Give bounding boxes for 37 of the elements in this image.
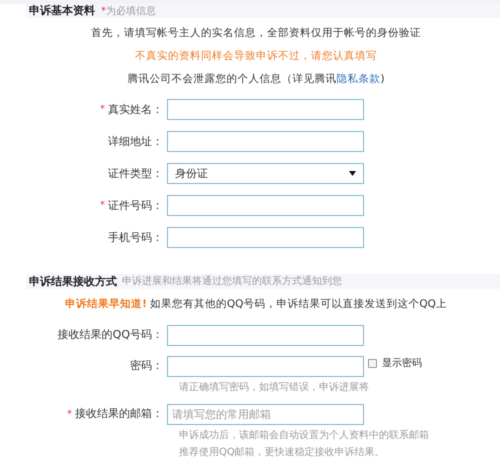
field-label: 密码：	[130, 358, 163, 374]
select-field[interactable]: 身份证	[167, 163, 364, 184]
input-field[interactable]	[167, 195, 364, 216]
field-label: 接收结果的邮箱：	[75, 406, 163, 422]
field-hint: 推荐使用QQ邮箱，更快速稳定接收申诉结果。	[179, 447, 386, 458]
input-field[interactable]	[167, 227, 364, 248]
warning-text: 不真实的资料同样会导致申诉不过，请您认真填写	[135, 48, 377, 64]
privacy-text: 腾讯公司不会泄露您的个人信息（详见腾讯	[127, 72, 336, 86]
tip-text: 如果您有其他的QQ号码，申诉结果可以直接发送到这个QQ上	[150, 297, 447, 312]
input-field[interactable]	[167, 99, 364, 120]
input-field[interactable]: 请填写您的常用邮箱	[167, 404, 364, 425]
field-hint: 申诉成功后，该邮箱会自动设置为个人资料中的联系邮箱	[179, 430, 430, 442]
tip-highlight: 申诉结果早知道!	[65, 297, 147, 312]
field-label: 证件号码：	[108, 198, 163, 214]
privacy-link[interactable]: 隐私条款	[336, 72, 380, 88]
privacy-text-end: )	[380, 72, 385, 86]
field-label: 详细地址：	[108, 134, 163, 150]
section-title: 申诉结果接收方式	[29, 274, 117, 290]
checkbox-label: 显示密码	[382, 356, 422, 371]
checkbox[interactable]	[368, 359, 377, 368]
select-value: 身份证	[175, 166, 208, 182]
input-field[interactable]	[167, 131, 364, 152]
required-mark: *	[67, 408, 72, 422]
field-label: 接收结果的QQ号码：	[58, 327, 163, 344]
required-note: *为必填信息	[101, 4, 156, 18]
input-field[interactable]	[167, 325, 364, 346]
required-mark: *	[100, 199, 105, 214]
section-title: 申诉基本资料	[29, 2, 95, 19]
intro-text: 首先，请填写帐号主人的实名信息，全部资料仅用于帐号的身份验证	[91, 26, 421, 41]
field-hint: 请正确填写密码，如填写错误，申诉进展将	[179, 382, 370, 394]
input-field[interactable]	[167, 356, 364, 377]
section-note: 申诉进展和结果将通过您填写的联系方式通知到您	[122, 274, 342, 290]
field-label: 证件类型：	[108, 166, 163, 182]
field-label: 手机号码：	[108, 230, 163, 246]
required-mark: *	[100, 103, 105, 118]
caret-icon	[349, 171, 356, 176]
field-label: 真实姓名：	[108, 102, 163, 118]
